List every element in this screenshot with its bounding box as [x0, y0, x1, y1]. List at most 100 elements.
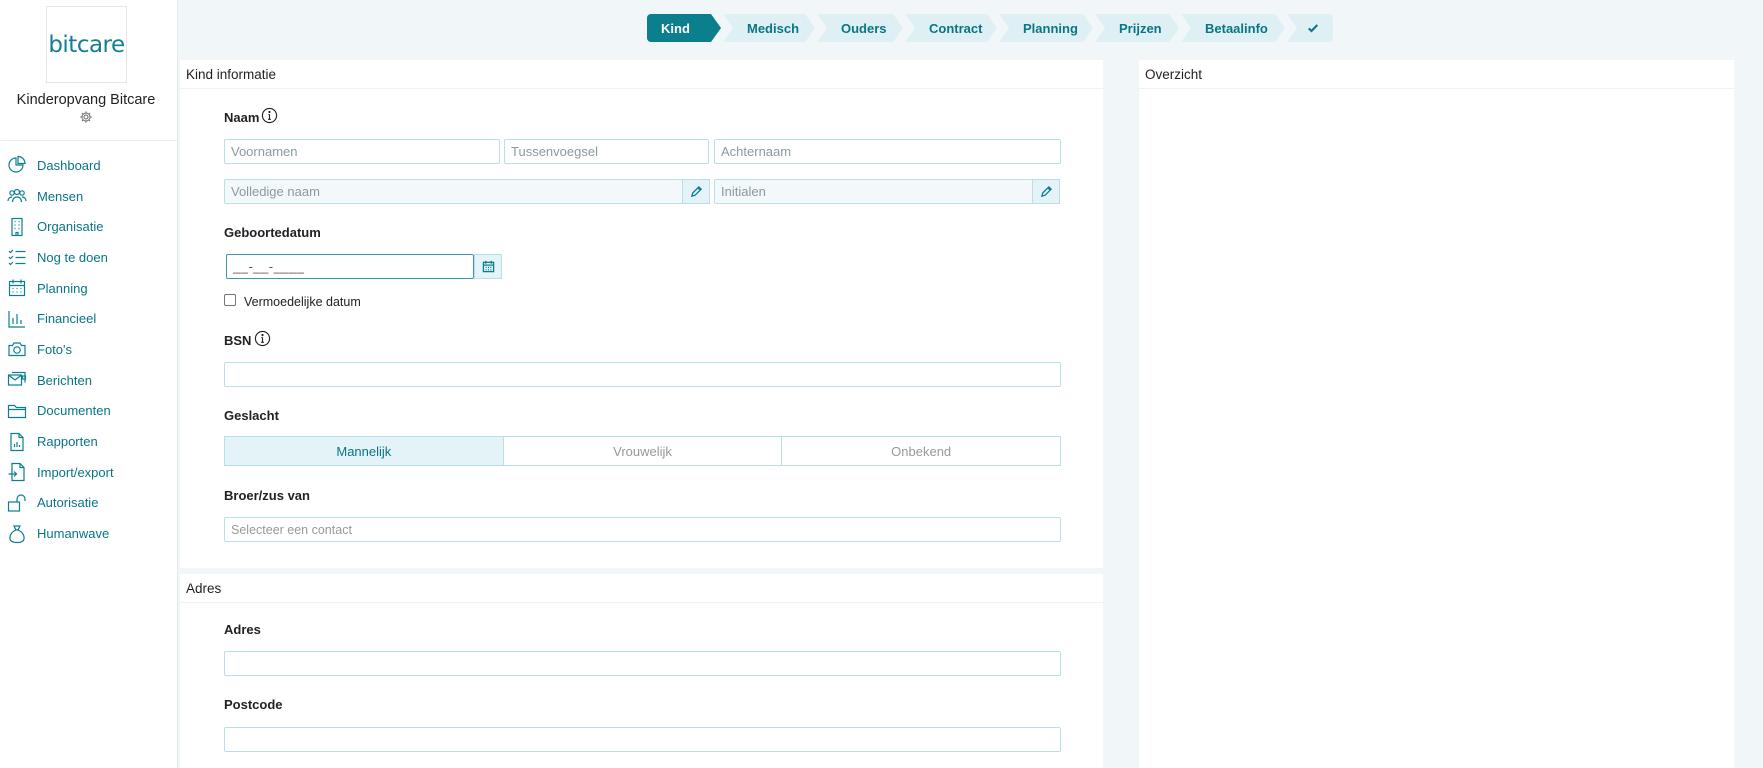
- broer-zus-select[interactable]: Selecteer een contact: [224, 517, 1061, 542]
- adres-input[interactable]: [224, 651, 1061, 676]
- sidebar-item-label: Mensen: [37, 188, 84, 204]
- info-icon[interactable]: [254, 330, 271, 347]
- card-divider: [180, 88, 1103, 89]
- sidebar-item-label: Autorisatie: [37, 495, 99, 511]
- card-title: Kind informatie: [186, 67, 277, 82]
- sidebar-item-mensen[interactable]: Mensen: [0, 181, 177, 212]
- logo[interactable]: bitcare: [46, 6, 127, 83]
- sidebar-item-label: Nog te doen: [37, 249, 108, 265]
- step-ouders[interactable]: Ouders: [817, 14, 903, 42]
- volledige-naam-input[interactable]: [224, 179, 683, 204]
- step-prijzen[interactable]: Prijzen: [1095, 14, 1179, 42]
- initialen-input[interactable]: [714, 179, 1033, 204]
- select-placeholder: Selecteer een contact: [231, 522, 352, 537]
- sidebar-item-label: Financieel: [37, 311, 97, 327]
- datepicker-button[interactable]: [474, 254, 502, 279]
- sidebar-nav: Dashboard Mensen Organisatie Nog te doen…: [0, 150, 177, 549]
- checklist-icon: [6, 247, 28, 267]
- wizard-stepper: Kind Medisch Ouders Contract Planning Pr…: [647, 14, 1335, 42]
- folder-icon: [6, 401, 28, 421]
- step-contract[interactable]: Contract: [905, 14, 997, 42]
- sidebar-item-autorisatie[interactable]: Autorisatie: [0, 488, 177, 519]
- step-planning[interactable]: Planning: [999, 14, 1093, 42]
- card-divider: [180, 602, 1103, 603]
- card-title: Adres: [186, 581, 222, 596]
- people-icon: [6, 186, 28, 206]
- info-icon[interactable]: [261, 107, 278, 124]
- sidebar-item-planning[interactable]: Planning: [0, 273, 177, 304]
- sidebar-item-documenten[interactable]: Documenten: [0, 396, 177, 427]
- camera-icon: [6, 339, 28, 359]
- org-name: Kinderopvang Bitcare: [16, 92, 156, 108]
- step-label: Prijzen: [1119, 20, 1162, 36]
- step-confirm[interactable]: [1287, 14, 1333, 42]
- overzicht-card: Overzicht: [1139, 60, 1734, 768]
- bsn-input[interactable]: [224, 362, 1061, 387]
- naam-label: Naam: [224, 110, 260, 125]
- voornamen-input[interactable]: [224, 139, 500, 164]
- tussenvoegsel-input[interactable]: [504, 139, 709, 164]
- achternaam-input[interactable]: [714, 139, 1061, 164]
- sidebar-item-import-export[interactable]: Import/export: [0, 457, 177, 488]
- sidebar-divider: [0, 140, 177, 141]
- step-label: Kind: [661, 20, 690, 36]
- calendar-icon: [6, 278, 28, 298]
- broer-zus-label: Broer/zus van: [224, 488, 310, 503]
- sidebar-item-financieel[interactable]: Financieel: [0, 303, 177, 334]
- sidebar-item-rapporten[interactable]: Rapporten: [0, 426, 177, 457]
- geboortedatum-input[interactable]: [226, 254, 474, 279]
- report-icon: [6, 432, 28, 452]
- sidebar-item-label: Foto's: [37, 341, 72, 357]
- pencil-icon: [1040, 185, 1052, 198]
- sidebar-item-label: Documenten: [37, 403, 111, 419]
- messages-icon: [6, 370, 28, 390]
- geboortedatum-label: Geboortedatum: [224, 225, 321, 240]
- sidebar-item-fotos[interactable]: Foto's: [0, 334, 177, 365]
- sidebar-item-organisatie[interactable]: Organisatie: [0, 211, 177, 242]
- sidebar: bitcare Kinderopvang Bitcare Dashboard M…: [0, 0, 178, 768]
- logo-text: bitcare: [48, 31, 125, 58]
- geslacht-option-mannelijk[interactable]: Mannelijk: [225, 437, 503, 465]
- sidebar-item-nog-te-doen[interactable]: Nog te doen: [0, 242, 177, 273]
- step-label: Medisch: [747, 20, 800, 36]
- bar-chart-icon: [6, 309, 28, 329]
- sidebar-item-berichten[interactable]: Berichten: [0, 365, 177, 396]
- pencil-icon: [690, 185, 702, 198]
- edit-volledige-naam-button[interactable]: [682, 179, 710, 204]
- bsn-label: BSN: [224, 333, 252, 348]
- sidebar-item-label: Organisatie: [37, 219, 104, 235]
- step-kind[interactable]: Kind: [647, 14, 721, 42]
- calendar-icon: [482, 260, 494, 273]
- sidebar-item-label: Dashboard: [37, 157, 101, 173]
- sidebar-item-label: Rapporten: [37, 434, 98, 450]
- geslacht-option-vrouwelijk[interactable]: Vrouwelijk: [502, 437, 782, 465]
- kind-informatie-card: Kind informatie: [180, 60, 1103, 568]
- sidebar-item-dashboard[interactable]: Dashboard: [0, 150, 177, 181]
- step-betaalinfo[interactable]: Betaalinfo: [1181, 14, 1285, 42]
- postcode-label: Postcode: [224, 697, 283, 712]
- step-label: Ouders: [841, 20, 887, 36]
- geslacht-label: Geslacht: [224, 408, 279, 423]
- sidebar-item-label: Berichten: [37, 372, 92, 388]
- adres-label: Adres: [224, 622, 261, 637]
- check-icon: [1308, 24, 1319, 33]
- geslacht-option-onbekend[interactable]: Onbekend: [781, 437, 1061, 465]
- step-label: Contract: [929, 20, 983, 36]
- vermoedelijke-datum-checkbox[interactable]: [224, 294, 236, 306]
- building-icon: [6, 217, 28, 237]
- postcode-input[interactable]: [224, 727, 1061, 752]
- gear-icon[interactable]: [79, 110, 93, 124]
- step-label: Betaalinfo: [1205, 20, 1268, 36]
- unlock-icon: [6, 493, 28, 513]
- sidebar-item-humanwave[interactable]: Humanwave: [0, 518, 177, 549]
- edit-initialen-button[interactable]: [1032, 179, 1060, 204]
- sidebar-item-label: Import/export: [37, 464, 114, 480]
- geslacht-toggle: Mannelijk Vrouwelijk Onbekend: [224, 436, 1061, 466]
- step-medisch[interactable]: Medisch: [723, 14, 815, 42]
- bag-icon: [6, 524, 28, 544]
- import-export-icon: [6, 462, 28, 482]
- card-divider: [1139, 88, 1734, 89]
- vermoedelijke-datum-label: Vermoedelijke datum: [244, 295, 361, 309]
- sidebar-item-label: Planning: [37, 280, 88, 296]
- step-label: Planning: [1023, 20, 1078, 36]
